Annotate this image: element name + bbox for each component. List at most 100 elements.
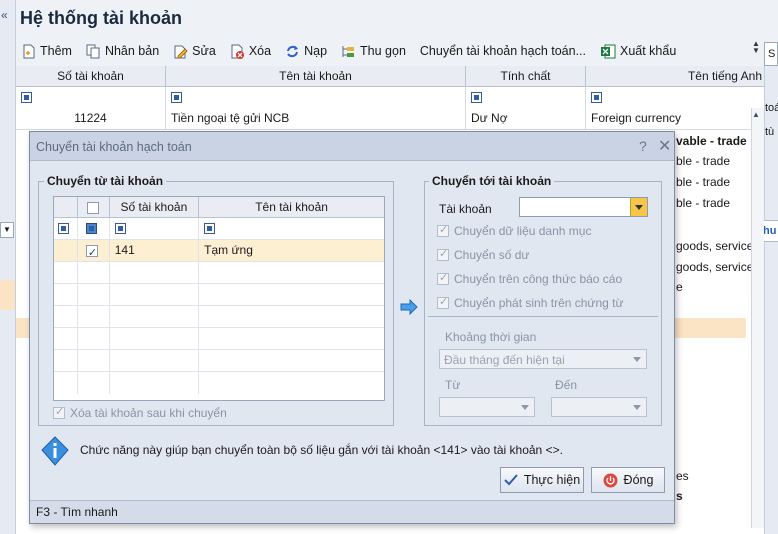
toolbar-overflow-arrow[interactable]: ▲ ▼ <box>752 40 760 55</box>
collapse-tree-button[interactable]: Thu gọn <box>341 44 406 59</box>
col-from-account[interactable]: Số tài khoản <box>110 197 200 217</box>
row-spacer <box>54 240 78 261</box>
option-balance[interactable]: Chuyển số dư <box>437 247 530 262</box>
cell-from-account: 141 <box>110 240 200 261</box>
left-highlight <box>0 280 15 310</box>
to-date-combo[interactable] <box>551 397 647 417</box>
filter-icon[interactable] <box>591 92 602 104</box>
check-icon <box>504 474 518 486</box>
side-fragment: toá <box>765 102 778 114</box>
filter-icon[interactable] <box>171 92 182 104</box>
close-icon[interactable]: ✕ <box>658 136 671 156</box>
cell-name: Tiền ngoại tệ gửi NCB <box>166 108 466 129</box>
period-combo[interactable]: Đầu tháng đến hiện tại <box>439 349 647 369</box>
combo-dropdown-icon[interactable] <box>630 198 647 216</box>
filter-icon[interactable] <box>204 223 216 235</box>
col-from-name[interactable]: Tên tài khoản <box>199 197 384 217</box>
col-english-name[interactable]: Tên tiếng Anh <box>586 66 764 86</box>
period-label: Khoảng thời gian <box>445 330 537 344</box>
row-check-cell[interactable] <box>78 240 110 264</box>
select-all-checkbox[interactable] <box>87 201 100 214</box>
delete-icon <box>231 44 244 59</box>
side-search-box[interactable]: S <box>764 42 778 66</box>
table-row[interactable]: 11224 Tiền ngoại tệ gửi NCB Dư Nợ Foreig… <box>16 108 764 130</box>
close-button[interactable]: Đóng <box>591 467 665 493</box>
side-tab[interactable]: hu <box>763 220 778 242</box>
table-row[interactable]: 141 Tạm ứng <box>54 240 384 264</box>
col-account-name[interactable]: Tên tài khoản <box>166 66 466 86</box>
duplicate-button[interactable]: Nhân bản <box>86 44 159 59</box>
option-category[interactable]: Chuyển dữ liệu danh mục <box>437 223 591 238</box>
reload-button[interactable]: Nạp <box>285 44 327 59</box>
option-balance-label: Chuyển số dư <box>454 248 530 262</box>
combo-dropdown-icon[interactable] <box>517 398 534 416</box>
page-title: Hệ thống tài khoản <box>20 8 182 28</box>
filter-cell[interactable] <box>54 218 78 239</box>
excel-icon <box>601 44 616 58</box>
option-report-formula-checkbox[interactable] <box>437 271 449 285</box>
option-balance-checkbox[interactable] <box>437 247 449 261</box>
transfer-account-button[interactable]: Chuyển tài khoản hạch toán... <box>420 44 586 58</box>
filter-icon[interactable] <box>471 92 482 104</box>
help-icon[interactable]: ? <box>639 138 647 154</box>
add-button-label: Thêm <box>40 44 72 58</box>
to-account-group: Chuyển tới tài khoản Tài khoản Chuyển dữ… <box>424 174 662 426</box>
from-date-label: Từ <box>445 378 461 392</box>
combo-dropdown-icon[interactable] <box>629 398 646 416</box>
row-checkbox[interactable] <box>85 243 98 264</box>
side-fragment: tù <box>765 126 775 138</box>
filter-cell[interactable] <box>16 87 166 108</box>
empty-row <box>54 262 384 284</box>
filter-cell[interactable] <box>110 218 200 239</box>
from-account-group: Chuyển từ tài khoản Số tài khoản Tên tài… <box>38 174 394 426</box>
bg-fragment: es <box>676 469 689 483</box>
filter-icon[interactable] <box>114 223 126 235</box>
bg-fragment: ble - trade <box>676 196 731 210</box>
period-value: Đầu tháng đến hiện tại <box>444 353 565 367</box>
collapse-tree-icon <box>342 45 355 57</box>
export-button[interactable]: Xuất khẩu <box>600 44 676 59</box>
collapse-panel-button[interactable]: « <box>1 8 8 22</box>
bg-fragment: e <box>676 280 683 294</box>
col-nature[interactable]: Tính chất <box>466 66 586 86</box>
grid-filter-row <box>16 87 764 109</box>
option-report-formula[interactable]: Chuyển trên công thức báo cáo <box>437 271 622 286</box>
option-voucher-checkbox[interactable] <box>437 295 449 309</box>
header-spacer <box>54 197 78 217</box>
info-icon <box>40 436 70 469</box>
option-voucher[interactable]: Chuyển phát sinh trên chứng từ <box>437 295 624 310</box>
dialog-title: Chuyển tài khoản hạch toán <box>36 140 192 154</box>
filter-cell[interactable] <box>166 87 466 108</box>
grid-vscroll[interactable] <box>751 108 764 528</box>
filter-icon[interactable] <box>58 223 69 235</box>
cell-from-name: Tạm ứng <box>204 243 253 257</box>
transfer-account-button-label: Chuyển tài khoản hạch toán... <box>419 44 586 58</box>
add-button[interactable]: Thêm <box>22 44 72 59</box>
filter-cell[interactable] <box>586 87 764 108</box>
combo-dropdown-icon[interactable] <box>629 350 646 368</box>
col-account-number[interactable]: Số tài khoản <box>16 66 166 86</box>
left-panel-strip: « ▼ <box>0 0 16 534</box>
filter-cell[interactable] <box>78 218 110 239</box>
delete-button[interactable]: Xóa <box>230 44 271 59</box>
add-doc-icon <box>23 44 35 58</box>
to-date-label: Đến <box>555 378 578 392</box>
filter-icon[interactable] <box>21 92 32 104</box>
from-date-combo[interactable] <box>439 397 535 417</box>
delete-after-checkbox[interactable] <box>53 405 65 419</box>
option-category-checkbox[interactable] <box>437 223 449 237</box>
edit-button[interactable]: Sửa <box>173 44 216 59</box>
arrow-right-icon <box>400 298 418 318</box>
close-button-label: Đóng <box>623 473 654 487</box>
filter-cell[interactable] <box>199 218 384 239</box>
filter-cell[interactable] <box>466 87 586 108</box>
delete-after-option[interactable]: Xóa tài khoản sau khi chuyển <box>53 405 227 420</box>
edit-icon <box>174 45 188 58</box>
execute-button[interactable]: Thực hiện <box>500 467 584 493</box>
target-account-combo[interactable] <box>519 197 648 217</box>
select-all-cell[interactable] <box>78 197 110 217</box>
filter-icon[interactable] <box>85 223 97 235</box>
bg-fragment: ble - trade <box>676 175 731 189</box>
left-scroll-arrow[interactable]: ▼ <box>0 222 14 238</box>
grid-scroll-up-icon[interactable]: ▲ <box>752 110 760 119</box>
